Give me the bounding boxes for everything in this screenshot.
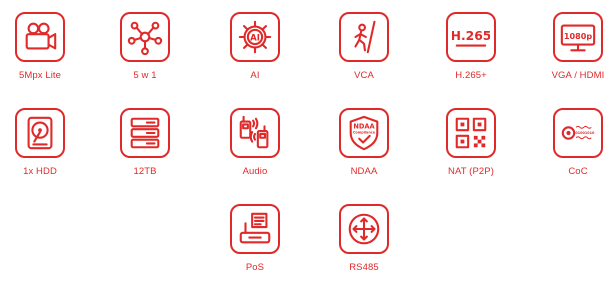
- storage-server-icon: [120, 108, 170, 158]
- feature-label: CoC: [568, 166, 588, 177]
- feature-label: Audio: [242, 166, 268, 177]
- svg-text:AI: AI: [250, 33, 260, 43]
- feature-label: 12TB: [133, 166, 157, 177]
- h265-codec-icon: H.265: [446, 12, 496, 62]
- pos-terminal-icon: [230, 204, 280, 254]
- feature-vga-hdmi: 1080p VGA / HDMI: [543, 12, 613, 81]
- ndaa-shield-icon: NDAA Compliance: [339, 108, 389, 158]
- monitor-1080p-icon: 1080p: [553, 12, 603, 62]
- feature-icon-grid: 5Mpx Lite 5 w 1 AI AI VCA H.265 H.265+ 1…: [0, 0, 613, 282]
- feature-label: 5Mpx Lite: [18, 70, 62, 81]
- coc-signal-icon: 101001010: [553, 108, 603, 158]
- network-hub-icon: [120, 12, 170, 62]
- feature-coc: 101001010 CoC: [543, 108, 613, 177]
- feature-audio: Audio: [220, 108, 290, 177]
- rs485-arrows-icon: [339, 204, 389, 254]
- h265-icon-text: H.265: [452, 29, 490, 43]
- feature-label: 1x HDD: [23, 166, 57, 177]
- feature-label: NAT (P2P): [448, 166, 494, 177]
- feature-12tb: 12TB: [110, 108, 180, 177]
- coc-icon-text: 101001010: [573, 131, 595, 135]
- ai-chip-icon: AI: [230, 12, 280, 62]
- feature-label: VCA: [354, 70, 374, 81]
- feature-label: RS485: [349, 262, 379, 273]
- feature-1x-hdd: 1x HDD: [5, 108, 75, 177]
- line-crossing-person-icon: [339, 12, 389, 62]
- feature-label: NDAA: [350, 166, 378, 177]
- feature-ai: AI AI: [220, 12, 290, 81]
- feature-ndaa: NDAA Compliance NDAA: [329, 108, 399, 177]
- feature-vca: VCA: [329, 12, 399, 81]
- ndaa-icon-text: NDAA: [353, 122, 375, 130]
- ndaa-icon-subtext: Compliance: [353, 130, 376, 134]
- qr-code-icon: [446, 108, 496, 158]
- audio-walkie-talkie-icon: [230, 108, 280, 158]
- feature-5w1: 5 w 1: [110, 12, 180, 81]
- feature-5mpx-lite: 5Mpx Lite: [5, 12, 75, 81]
- feature-nat-p2p: NAT (P2P): [436, 108, 506, 177]
- monitor-icon-text: 1080p: [564, 32, 592, 41]
- hard-disk-icon: [15, 108, 65, 158]
- feature-label: 5 w 1: [133, 70, 157, 81]
- feature-label: PoS: [245, 262, 265, 273]
- video-camera-icon: [15, 12, 65, 62]
- feature-h265: H.265 H.265+: [436, 12, 506, 81]
- feature-pos: PoS: [220, 204, 290, 273]
- feature-label: H.265+: [455, 70, 487, 81]
- feature-label: VGA / HDMI: [551, 70, 605, 81]
- feature-label: AI: [250, 70, 260, 81]
- feature-rs485: RS485: [329, 204, 399, 273]
